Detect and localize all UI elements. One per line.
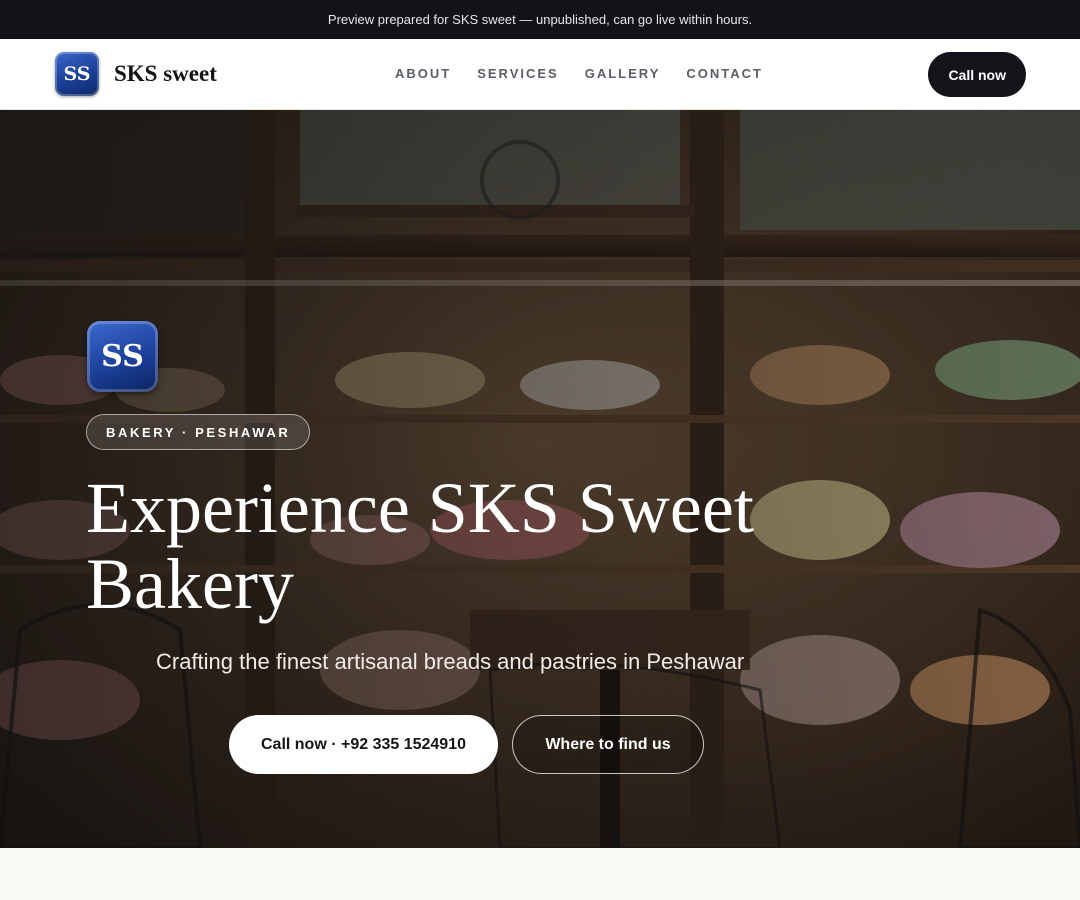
hero-title: Experience SKS Sweet Bakery bbox=[86, 470, 846, 622]
nav-link-about[interactable]: ABOUT bbox=[395, 66, 451, 81]
brand-logo-icon: SS bbox=[55, 52, 99, 96]
hero-section: SS BAKERY · PESHAWAR Experience SKS Swee… bbox=[0, 110, 1080, 848]
hero-subtitle: Crafting the finest artisanal breads and… bbox=[156, 649, 745, 674]
where-to-find-us-button[interactable]: Where to find us bbox=[512, 715, 704, 774]
site-header: SS SKS sweet ABOUT SERVICES GALLERY CONT… bbox=[0, 39, 1080, 110]
header-call-now-button[interactable]: Call now bbox=[928, 52, 1026, 97]
hero-title-line2: Bakery bbox=[86, 544, 294, 624]
hero-logo-icon: SS bbox=[87, 321, 158, 392]
nav-link-gallery[interactable]: GALLERY bbox=[585, 66, 661, 81]
main-nav: ABOUT SERVICES GALLERY CONTACT bbox=[395, 66, 763, 81]
category-badge: BAKERY · PESHAWAR bbox=[86, 414, 311, 450]
brand[interactable]: SS SKS sweet bbox=[55, 52, 217, 96]
nav-link-contact[interactable]: CONTACT bbox=[686, 66, 763, 81]
preview-banner-text: Preview prepared for SKS sweet — unpubli… bbox=[327, 12, 753, 27]
call-now-phone-button[interactable]: Call now · +92 335 1524910 bbox=[229, 715, 498, 774]
preview-banner: Preview prepared for SKS sweet — unpubli… bbox=[0, 0, 1080, 39]
nav-link-services[interactable]: SERVICES bbox=[477, 66, 559, 81]
brand-name: SKS sweet bbox=[114, 61, 217, 86]
hero-title-line1: Experience SKS Sweet bbox=[86, 468, 754, 548]
